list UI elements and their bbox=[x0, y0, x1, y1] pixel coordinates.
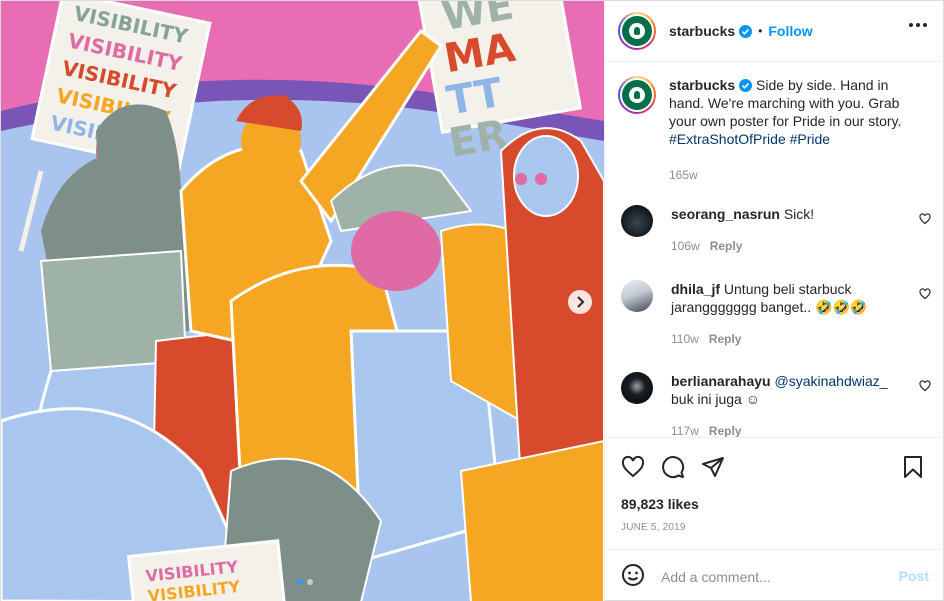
like-button[interactable] bbox=[621, 455, 645, 482]
comment-row: dhila_jf Untung beli starbuck jaranggggg… bbox=[621, 280, 931, 348]
pride-illustration: VISIBILITY VISIBILITY VISIBILITY VISIBIL… bbox=[1, 1, 604, 601]
follow-button[interactable]: Follow bbox=[768, 23, 812, 39]
comment-text: Sick! bbox=[783, 206, 815, 222]
reply-button[interactable]: Reply bbox=[709, 424, 742, 437]
comments-list[interactable]: starbucks Side by side. Hand in hand. We… bbox=[605, 62, 944, 437]
comment-mention[interactable]: @syakinahdwiaz_ bbox=[775, 373, 888, 389]
verified-icon bbox=[739, 79, 753, 92]
comment-username[interactable]: berlianarahayu bbox=[671, 373, 771, 389]
chevron-right-icon bbox=[577, 296, 585, 308]
starbucks-logo-icon bbox=[622, 16, 652, 46]
post-button[interactable]: Post bbox=[899, 568, 929, 584]
comment-username[interactable]: dhila_jf bbox=[671, 281, 720, 297]
carousel-dot bbox=[307, 579, 313, 585]
more-icon bbox=[909, 23, 913, 27]
post-details: starbucks • Follow starbucks Side by sid… bbox=[604, 1, 944, 601]
separator: • bbox=[758, 24, 763, 38]
comment-like-heart-icon[interactable] bbox=[919, 288, 931, 300]
likes-count[interactable]: 89,823 likes bbox=[621, 496, 699, 512]
instagram-post: VISIBILITY VISIBILITY VISIBILITY VISIBIL… bbox=[0, 0, 944, 601]
comment-text: buk ini juga ☺ bbox=[671, 391, 761, 407]
post-header: starbucks • Follow bbox=[605, 1, 944, 62]
starbucks-logo-icon bbox=[622, 80, 652, 110]
comment-button[interactable] bbox=[661, 455, 685, 482]
action-bar: 89,823 likes JUNE 5, 2019 Post bbox=[605, 437, 944, 586]
save-button[interactable] bbox=[902, 455, 924, 482]
comment-avatar[interactable] bbox=[621, 372, 653, 404]
share-icon bbox=[702, 457, 724, 477]
emoji-button[interactable] bbox=[621, 563, 645, 590]
comment-like-heart-icon[interactable] bbox=[919, 213, 931, 225]
comment-age: 110w bbox=[671, 332, 699, 346]
comment-username[interactable]: seorang_nasrun bbox=[671, 206, 780, 222]
comment-row: berlianarahayu @syakinahdwiaz_ buk ini j… bbox=[621, 372, 931, 437]
comment-age: 117w bbox=[671, 424, 699, 437]
more-options-button[interactable] bbox=[909, 23, 927, 27]
caption: starbucks Side by side. Hand in hand. We… bbox=[618, 76, 931, 184]
comment-row: seorang_nasrun Sick! 106w Reply bbox=[621, 205, 931, 255]
comment-avatar[interactable] bbox=[621, 205, 653, 237]
reply-button[interactable]: Reply bbox=[710, 239, 743, 253]
next-image-button[interactable] bbox=[568, 290, 592, 314]
reply-button[interactable]: Reply bbox=[709, 332, 742, 346]
caption-hashtags[interactable]: #ExtraShotOfPride #Pride bbox=[669, 131, 830, 147]
heart-icon bbox=[621, 455, 645, 478]
bookmark-icon bbox=[904, 456, 922, 478]
comment-icon bbox=[662, 456, 685, 479]
caption-username[interactable]: starbucks bbox=[669, 77, 735, 93]
verified-icon bbox=[739, 24, 753, 38]
caption-age: 165w bbox=[669, 168, 698, 182]
header-username[interactable]: starbucks bbox=[669, 23, 735, 39]
share-button[interactable] bbox=[701, 455, 725, 482]
carousel-indicator bbox=[297, 579, 313, 585]
add-comment-bar: Post bbox=[605, 549, 944, 601]
emoji-icon bbox=[622, 564, 644, 586]
avatar[interactable] bbox=[618, 12, 656, 50]
comment-age: 106w bbox=[671, 239, 700, 253]
comment-like-heart-icon[interactable] bbox=[919, 380, 931, 392]
caption-avatar[interactable] bbox=[618, 76, 656, 114]
carousel-dot-active bbox=[297, 579, 303, 585]
post-image[interactable]: VISIBILITY VISIBILITY VISIBILITY VISIBIL… bbox=[1, 1, 604, 601]
post-date: JUNE 5, 2019 bbox=[621, 522, 686, 533]
comment-input[interactable] bbox=[661, 568, 881, 585]
comment-avatar[interactable] bbox=[621, 280, 653, 312]
